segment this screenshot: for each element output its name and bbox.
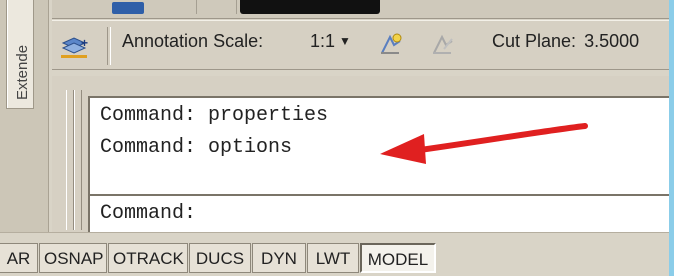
command-window-grip[interactable] [66, 90, 74, 230]
status-button-lwt[interactable]: LWT [307, 243, 359, 273]
command-window-grip[interactable] [74, 90, 82, 230]
annotation-visibility-icon[interactable] [378, 31, 404, 57]
active-tab[interactable] [240, 0, 380, 14]
background-edge [669, 0, 674, 276]
cut-plane-field[interactable]: Cut Plane: 3.5000 [492, 31, 639, 52]
layer-toolbar-icon[interactable] [112, 2, 144, 14]
toolbar-button[interactable] [196, 0, 237, 14]
command-history-line: Command: properties [100, 104, 329, 127]
annotation-scale-label: Annotation Scale: [122, 31, 264, 51]
cut-plane-value: 3.5000 [584, 31, 640, 51]
chevron-down-icon: ▼ [339, 34, 351, 48]
cut-plane-label: Cut Plane: [492, 31, 577, 51]
command-prompt: Command: [100, 202, 197, 225]
annotation-scale-value: 1:1 [310, 31, 336, 51]
status-button-ar[interactable]: AR [0, 243, 38, 273]
extended-tab-label: Extende [14, 44, 31, 100]
command-input[interactable]: Command: [88, 194, 674, 234]
top-toolbar-strip [52, 0, 674, 19]
status-button-osnap[interactable]: OSNAP [39, 243, 107, 273]
command-history-line: Command: options [100, 136, 293, 159]
status-button-dyn[interactable]: DYN [252, 243, 306, 273]
svg-text:+: + [81, 36, 88, 50]
annotation-toolbar: + Annotation Scale: 1:1 ▼ Cut Plane: 3.500… [52, 20, 674, 70]
auto-scale-icon[interactable] [430, 31, 456, 57]
autocad-window: Extende + Annotation Scale: 1:1 ▼ Cut Pl… [0, 0, 674, 276]
layer-add-icon[interactable]: + [60, 33, 90, 59]
toolbar-separator [107, 27, 111, 65]
status-button-model[interactable]: MODEL [360, 243, 436, 273]
red-arrow-icon [380, 123, 588, 164]
left-palette-strip: Extende [0, 0, 49, 232]
status-bar: AR OSNAP OTRACK DUCS DYN LWT MODEL [0, 232, 674, 276]
status-button-ducs[interactable]: DUCS [189, 243, 251, 273]
extended-tab[interactable]: Extende [6, 0, 34, 109]
status-button-otrack[interactable]: OTRACK [108, 243, 188, 273]
annotation-scale-dropdown[interactable]: 1:1 ▼ [310, 31, 351, 52]
toolbar-button[interactable] [156, 0, 197, 14]
